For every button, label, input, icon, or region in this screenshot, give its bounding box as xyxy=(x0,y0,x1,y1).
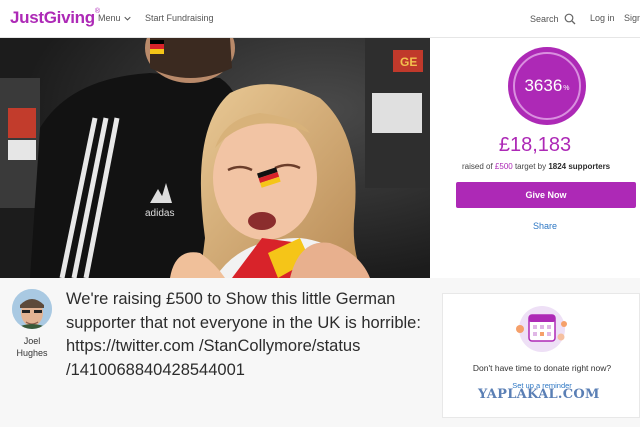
menu-button[interactable]: Menu xyxy=(98,13,131,23)
svg-text:adidas: adidas xyxy=(145,208,174,219)
avatar xyxy=(12,289,52,329)
page: JustGiving® Menu Start Fundraising Searc… xyxy=(0,0,640,427)
login-link[interactable]: Log in xyxy=(590,13,615,23)
progress-ring-inner: 3636 % xyxy=(513,52,581,120)
target-amount: £500 xyxy=(494,162,513,171)
amount-raised: £18,183 xyxy=(498,134,572,156)
story-section: Joel Hughes We're raising £500 to Show t… xyxy=(0,278,640,427)
author-name: Joel Hughes xyxy=(6,335,58,359)
supporters-count: 1824 supporters xyxy=(548,162,611,171)
site-watermark: YAPLAKAL.COM xyxy=(478,387,600,402)
give-now-button[interactable]: Give Now xyxy=(456,182,636,208)
start-fundraising-link[interactable]: Start Fundraising xyxy=(145,13,214,23)
search-button[interactable]: Search xyxy=(530,13,576,25)
signup-link[interactable]: Sign up xyxy=(624,13,640,23)
target-suffix: target by xyxy=(514,162,547,171)
share-link[interactable]: Share xyxy=(533,221,557,231)
search-label: Search xyxy=(530,14,559,24)
top-nav: JustGiving® Menu Start Fundraising Searc… xyxy=(0,0,640,38)
progress-percent: 3636 xyxy=(524,76,563,95)
author-last-name: Hughes xyxy=(16,348,48,358)
campaign-photo: GE adidas xyxy=(0,38,430,278)
search-icon xyxy=(564,13,575,25)
story-text: We're raising £500 to Show this little G… xyxy=(66,290,421,379)
raised-prefix: raised of xyxy=(462,162,493,171)
author-first-name: Joel xyxy=(23,336,41,346)
raised-summary: raised of £500 target by 1824 supporters xyxy=(462,162,610,171)
justgiving-logo[interactable]: JustGiving® xyxy=(10,8,100,28)
chevron-down-icon xyxy=(123,16,131,21)
calendar-icon xyxy=(516,306,567,352)
reminder-question: Don't have time to donate right now? xyxy=(472,363,612,373)
menu-label: Menu xyxy=(98,13,121,23)
progress-ring: 3636 % xyxy=(508,47,586,125)
jersey-text: GE xyxy=(400,55,417,69)
donation-panel: 3636 % £18,183 raised of £500 target by … xyxy=(430,38,640,278)
progress-percent-unit: % xyxy=(563,84,570,92)
